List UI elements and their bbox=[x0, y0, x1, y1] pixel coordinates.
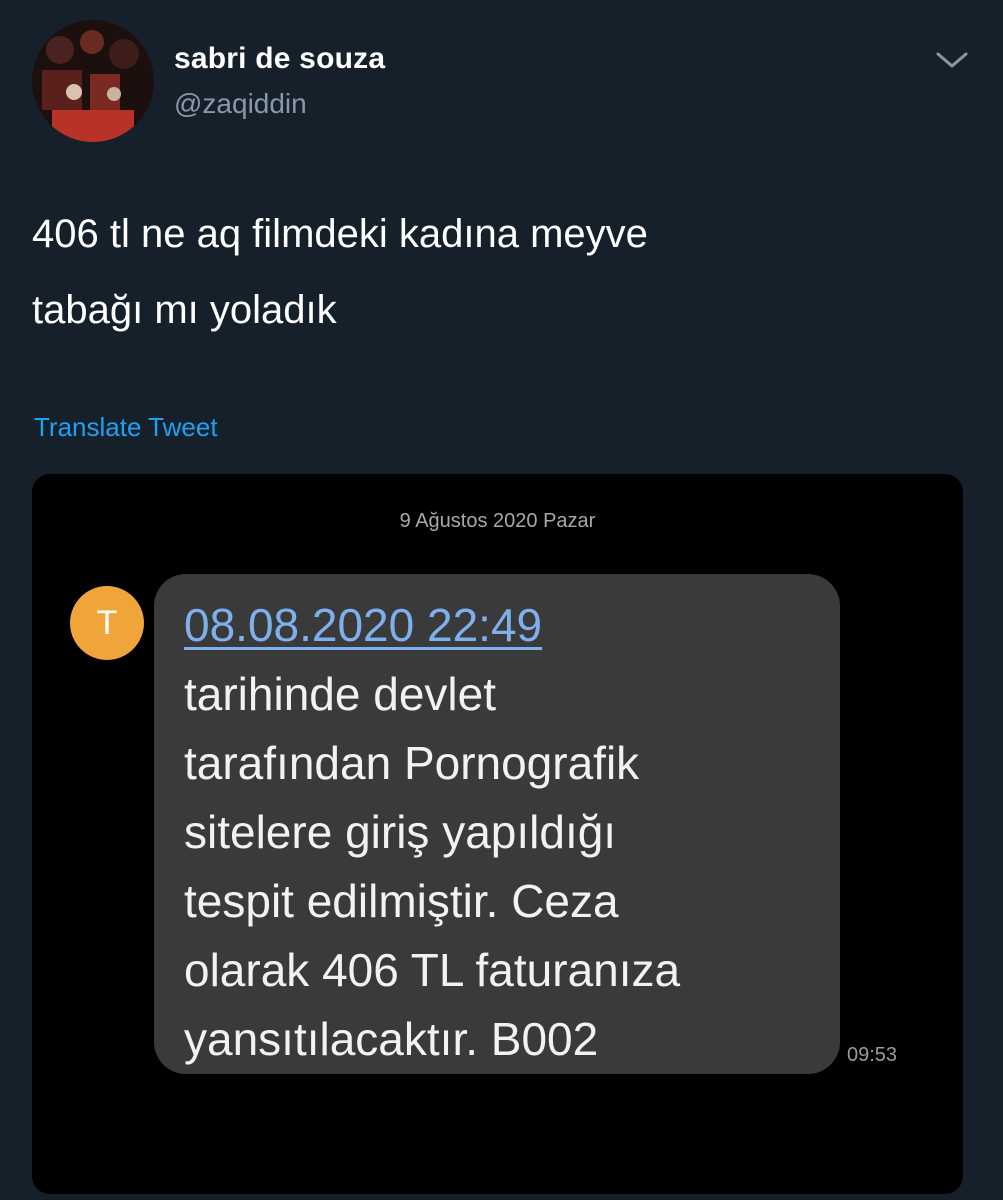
tweet-text-line: tabağı mı yoladık bbox=[32, 288, 337, 332]
sms-message-line: tarafından Pornografik bbox=[184, 737, 640, 789]
sms-message-line: olarak 406 TL faturanıza bbox=[184, 944, 681, 996]
sms-message-line: tarihinde devlet bbox=[184, 668, 496, 720]
sms-date-header: 9 Ağustos 2020 Pazar bbox=[399, 510, 596, 532]
chevron-down-icon[interactable] bbox=[934, 48, 970, 72]
avatar-image bbox=[32, 20, 154, 142]
sms-message-line: sitelere giriş yapıldığı bbox=[184, 806, 617, 858]
sms-sender-avatar: T bbox=[70, 586, 144, 660]
sms-message-line: tespit edilmiştir. Ceza bbox=[184, 875, 619, 927]
tweet: sabri de souza @zaqiddin 406 tl ne aq fi… bbox=[0, 0, 1003, 1200]
sms-message-bubble: 08.08.2020 22:49 tarihinde devlet tarafı… bbox=[154, 574, 840, 1074]
user-display-name[interactable]: sabri de souza bbox=[174, 42, 385, 76]
sms-message-line: yansıtılacaktır. B002 bbox=[184, 1013, 599, 1065]
sms-message-body: tarihinde devlet tarafından Pornografik … bbox=[184, 660, 680, 1074]
user-avatar[interactable] bbox=[32, 20, 154, 142]
translate-tweet-link[interactable]: Translate Tweet bbox=[34, 412, 218, 443]
sms-message-time: 09:53 bbox=[847, 1044, 898, 1066]
user-handle[interactable]: @zaqiddin bbox=[174, 88, 307, 120]
tweet-media-image[interactable]: 9 Ağustos 2020 Pazar T 08.08.2020 22:49 … bbox=[32, 474, 963, 1194]
tweet-text-line: 406 tl ne aq filmdeki kadına meyve bbox=[32, 212, 648, 256]
tweet-text: 406 tl ne aq filmdeki kadına meyve tabağ… bbox=[32, 196, 932, 348]
sms-datetime-link[interactable]: 08.08.2020 22:49 bbox=[184, 598, 542, 652]
